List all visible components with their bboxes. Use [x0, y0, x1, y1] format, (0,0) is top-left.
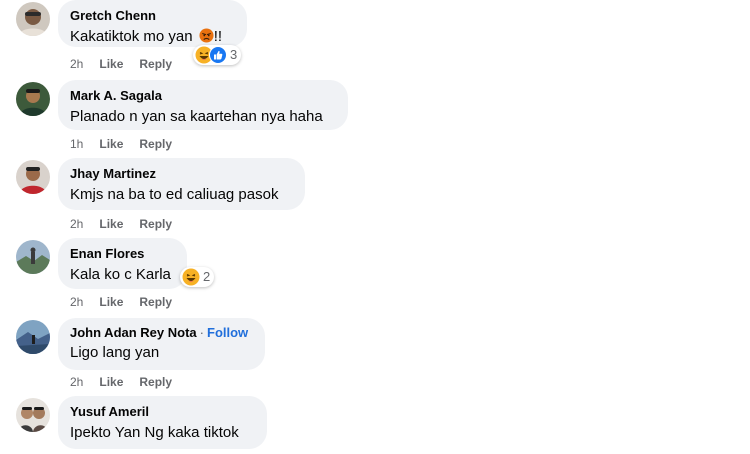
reply-button[interactable]: Reply — [139, 295, 172, 309]
comment-header: John Adan Rey Nota · Follow — [70, 325, 253, 341]
avatar-photo — [16, 240, 50, 274]
comment-text: Ligo lang yan — [70, 344, 160, 361]
avatar[interactable] — [16, 82, 50, 116]
comment-author[interactable]: Jhay Martinez — [70, 166, 156, 182]
reply-button[interactable]: Reply — [139, 57, 172, 71]
comment-text-part: Kakatiktok mo yan — [70, 28, 197, 45]
reaction-summary[interactable]: 2 — [180, 267, 215, 287]
comment-author[interactable]: John Adan Rey Nota — [70, 325, 197, 341]
comment-bubble: Yusuf Ameril Ipekto Yan Ng kaka tiktok — [58, 396, 267, 449]
comment-actions: 2h Like Reply — [70, 57, 188, 71]
like-button[interactable]: Like — [99, 217, 123, 231]
comment-timestamp[interactable]: 2h — [70, 217, 83, 231]
comment-text: Planado n yan sa kaartehan nya haha — [70, 108, 323, 125]
reaction-count: 3 — [230, 47, 238, 62]
avatar[interactable] — [16, 240, 50, 274]
comment-text: Kala ko c Karla — [70, 266, 171, 283]
comment-bubble: Gretch Chenn Kakatiktok mo yan !! — [58, 0, 247, 47]
reaction-count: 2 — [203, 269, 211, 284]
avatar-photo — [16, 160, 50, 194]
reply-button[interactable]: Reply — [139, 137, 172, 151]
like-button[interactable]: Like — [99, 57, 123, 71]
comment-bubble: Enan Flores Kala ko c Karla — [58, 238, 187, 289]
avatar[interactable] — [16, 160, 50, 194]
comment-bubble: Mark A. Sagala Planado n yan sa kaarteha… — [58, 80, 348, 130]
comment-text: Ipekto Yan Ng kaka tiktok — [70, 424, 239, 441]
comment-author[interactable]: Mark A. Sagala — [70, 88, 162, 104]
comment-text-part: !! — [213, 28, 223, 45]
reply-button[interactable]: Reply — [139, 375, 172, 389]
comment-text: Kakatiktok mo yan !! — [70, 27, 235, 47]
like-button[interactable]: Like — [99, 137, 123, 151]
avatar-photo — [16, 82, 50, 116]
comment-timestamp[interactable]: 1h — [70, 137, 83, 151]
reply-button[interactable]: Reply — [139, 217, 172, 231]
comment-actions: 2h Like Reply — [70, 217, 188, 231]
like-reaction-icon — [209, 46, 227, 64]
reaction-summary[interactable]: 3 — [193, 45, 242, 65]
like-button[interactable]: Like — [99, 375, 123, 389]
comment-bubble: John Adan Rey Nota · Follow Ligo lang yan — [58, 318, 265, 370]
avatar[interactable] — [16, 320, 50, 354]
avatar-photo — [16, 398, 50, 432]
avatar-photo — [16, 320, 50, 354]
comment-timestamp[interactable]: 2h — [70, 375, 83, 389]
follow-button[interactable]: Follow — [207, 325, 248, 340]
comment-author[interactable]: Gretch Chenn — [70, 8, 156, 24]
comment-author[interactable]: Yusuf Ameril — [70, 404, 149, 420]
comment-actions: 2h Like Reply — [70, 295, 188, 309]
comment-author[interactable]: Enan Flores — [70, 246, 144, 262]
avatar-photo — [16, 2, 50, 36]
comment-actions: 1h Like Reply — [70, 137, 188, 151]
angry-emoji-icon — [199, 28, 214, 43]
comments-list: Gretch Chenn Kakatiktok mo yan !! 3 2h L… — [0, 0, 750, 454]
haha-reaction-icon — [182, 268, 200, 286]
comment-actions: 2h Like Reply — [70, 375, 188, 389]
comment-text: Kmjs na ba to ed caliuag pasok — [70, 186, 279, 203]
avatar[interactable] — [16, 398, 50, 432]
comment-timestamp[interactable]: 2h — [70, 57, 83, 71]
comment-bubble: Jhay Martinez Kmjs na ba to ed caliuag p… — [58, 158, 305, 210]
avatar[interactable] — [16, 2, 50, 36]
separator-dot: · — [199, 325, 204, 340]
comment-timestamp[interactable]: 2h — [70, 295, 83, 309]
like-button[interactable]: Like — [99, 295, 123, 309]
